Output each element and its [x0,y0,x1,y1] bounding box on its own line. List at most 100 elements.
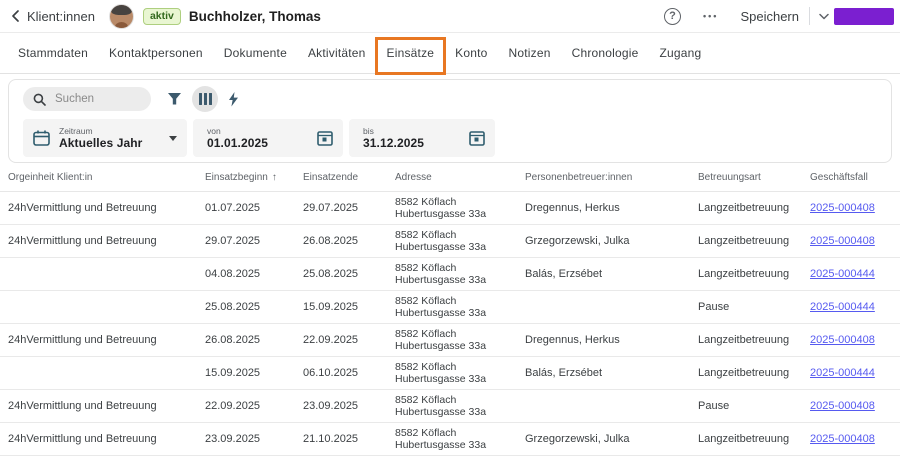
cell-einsatzende: 06.10.2025 [303,367,395,379]
cell-einsatzbeginn: 04.08.2025 [205,268,303,280]
table-row[interactable]: 24hVermittlung und Betreuung 01.07.2025 … [0,192,900,225]
client-name: Buchholzer, Thomas [189,9,321,24]
datepicker-icon[interactable] [317,130,333,146]
cell-einsatzende: 21.10.2025 [303,433,395,445]
case-link[interactable]: 2025-000408 [810,202,875,214]
address-line1: 8582 Köflach [395,229,517,242]
cell-orgeinheit: 24hVermittlung und Betreuung [8,400,205,412]
col-einsatzende[interactable]: Einsatzende [303,172,395,183]
cell-personenbetreuer: Balás, Erzsébet [525,268,698,280]
datepicker-icon[interactable] [469,130,485,146]
tab[interactable]: Notizen [509,46,551,60]
von-date-field[interactable]: von 01.01.2025 [193,119,343,157]
tab-bar: Stammdaten Kontaktpersonen Dokumente Aktivi… [0,33,900,74]
col-orgeinheit[interactable]: Orgeinheit Klient:in [8,172,205,183]
bis-date-field[interactable]: bis 31.12.2025 [349,119,495,157]
back-chevron-icon[interactable] [10,9,22,23]
search-input[interactable] [53,92,141,106]
cell-betreuungsart: Langzeitbetreuung [698,334,810,346]
tab[interactable]: Stammdaten [18,46,88,60]
client-avatar [109,4,134,29]
table-row[interactable]: 04.08.2025 25.08.2025 8582 Köflach Huber… [0,258,900,291]
address-line2: Hubertusgasse 33a [395,439,517,452]
tab[interactable]: Chronologie [572,46,639,60]
einsaetze-table: Orgeinheit Klient:in Einsatzbeginn↑ Eins… [0,163,900,456]
cell-einsatzbeginn: 23.09.2025 [205,433,303,445]
status-badge: aktiv [143,8,181,25]
case-link[interactable]: 2025-000408 [810,433,875,445]
cell-einsatzende: 23.09.2025 [303,400,395,412]
sort-asc-icon: ↑ [272,172,277,183]
cell-betreuungsart: Langzeitbetreuung [698,235,810,247]
case-link[interactable]: 2025-000444 [810,367,875,379]
breadcrumb-clients[interactable]: Klient:innen [27,9,95,24]
filter-card: Zeitraum Aktuelles Jahr von 01.01.2025 b… [8,79,892,163]
case-link[interactable]: 2025-000408 [810,235,875,247]
search-icon [33,93,46,106]
address-line2: Hubertusgasse 33a [395,241,517,254]
table-row[interactable]: 25.08.2025 15.09.2025 8582 Köflach Huber… [0,291,900,324]
table-row[interactable]: 15.09.2025 06.10.2025 8582 Köflach Huber… [0,357,900,390]
cell-betreuungsart: Pause [698,400,810,412]
address-line2: Hubertusgasse 33a [395,208,517,221]
chevron-down-icon[interactable] [819,13,829,20]
tab[interactable]: Zugang [660,46,702,60]
address-line1: 8582 Köflach [395,361,517,374]
tab[interactable]: Aktivitäten [308,46,366,60]
cell-betreuungsart: Langzeitbetreuung [698,433,810,445]
table-body: 24hVermittlung und Betreuung 01.07.2025 … [0,192,900,456]
cell-einsatzbeginn: 26.08.2025 [205,334,303,346]
cell-adresse: 8582 Köflach Hubertusgasse 33a [395,262,525,287]
bis-value: 31.12.2025 [363,136,469,150]
cell-personenbetreuer: Balás, Erzsébet [525,367,698,379]
save-button[interactable]: Speichern [740,9,799,24]
address-line1: 8582 Köflach [395,262,517,275]
cell-betreuungsart: Langzeitbetreuung [698,268,810,280]
cell-personenbetreuer: Grzegorzewski, Julka [525,433,698,445]
table-row[interactable]: 24hVermittlung und Betreuung 22.09.2025 … [0,390,900,423]
caret-down-icon [169,136,177,141]
cell-orgeinheit: 24hVermittlung und Betreuung [8,433,205,445]
tab[interactable]: Kontaktpersonen [109,46,203,60]
col-betreuungsart[interactable]: Betreuungsart [698,172,810,183]
cell-geschaeftsfall: 2025-000408 [810,235,900,247]
case-link[interactable]: 2025-000408 [810,334,875,346]
col-geschaeftsfall[interactable]: Geschäftsfall [810,172,900,183]
cell-einsatzende: 25.08.2025 [303,268,395,280]
cell-orgeinheit: 24hVermittlung und Betreuung [8,202,205,214]
cell-adresse: 8582 Köflach Hubertusgasse 33a [395,295,525,320]
case-link[interactable]: 2025-000444 [810,301,875,313]
cell-geschaeftsfall: 2025-000408 [810,400,900,412]
table-row[interactable]: 24hVermittlung und Betreuung 26.08.2025 … [0,324,900,357]
col-personenbetreuer[interactable]: Personenbetreuer:innen [525,172,698,183]
cell-adresse: 8582 Köflach Hubertusgasse 33a [395,229,525,254]
filter-funnel-icon[interactable] [167,92,182,106]
address-line1: 8582 Köflach [395,427,517,440]
lightning-icon[interactable] [228,92,239,107]
cell-betreuungsart: Pause [698,301,810,313]
tab[interactable]: Dokumente [224,46,287,60]
search-field[interactable] [23,87,151,111]
col-adresse[interactable]: Adresse [395,172,525,183]
col-einsatzbeginn[interactable]: Einsatzbeginn↑ [205,172,303,183]
calendar-icon [33,130,50,146]
cell-einsatzbeginn: 22.09.2025 [205,400,303,412]
more-menu-icon[interactable]: ••• [703,11,718,21]
columns-toggle-icon[interactable] [192,86,218,112]
table-row[interactable]: 24hVermittlung und Betreuung 29.07.2025 … [0,225,900,258]
case-link[interactable]: 2025-000408 [810,400,875,412]
cell-adresse: 8582 Köflach Hubertusgasse 33a [395,196,525,221]
table-row[interactable]: 24hVermittlung und Betreuung 23.09.2025 … [0,423,900,456]
case-link[interactable]: 2025-000444 [810,268,875,280]
address-line2: Hubertusgasse 33a [395,406,517,419]
help-icon[interactable]: ? [664,8,681,25]
table-header: Orgeinheit Klient:in Einsatzbeginn↑ Eins… [0,163,900,192]
tab[interactable]: Konto [455,46,487,60]
zeitraum-select[interactable]: Zeitraum Aktuelles Jahr [23,119,187,157]
von-label: von [207,126,317,136]
tab[interactable]: Einsätze [387,46,435,60]
user-menu-redacted[interactable] [834,8,894,25]
address-line2: Hubertusgasse 33a [395,373,517,386]
client-header: Klient:innen aktiv Buchholzer, Thomas ? … [0,0,900,33]
cell-adresse: 8582 Köflach Hubertusgasse 33a [395,361,525,386]
